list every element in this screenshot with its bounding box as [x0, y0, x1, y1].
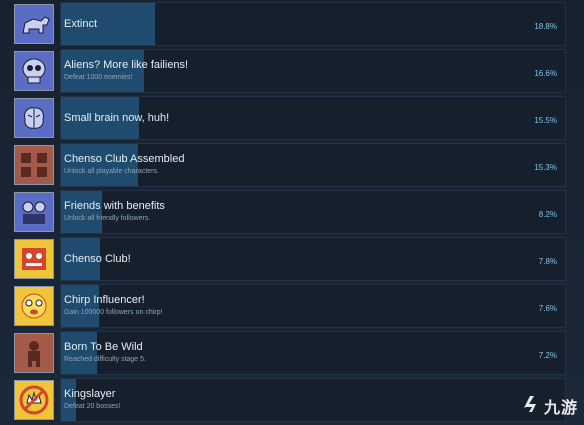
jiuyou-logo-icon — [520, 392, 542, 419]
achievement-title: Born To Be Wild — [64, 341, 143, 353]
achievement-percent: 15.5% — [534, 116, 557, 125]
achievement-description: Unlock all playable characters. — [64, 168, 159, 175]
achievement-row[interactable]: Chenso Club! 7.8% — [8, 237, 566, 281]
club-icon — [14, 239, 54, 279]
brain-icon — [14, 98, 54, 138]
achievement-row[interactable]: Extinct 18.8% — [8, 2, 566, 46]
progress-fill — [61, 285, 99, 327]
achievement-title: Extinct — [64, 18, 98, 30]
achievement-title: Chenso Club Assembled — [64, 153, 185, 165]
achievement-title: Chirp Influencer! — [64, 294, 145, 306]
achievement-description: Unlock all friendly followers. — [64, 215, 151, 222]
achievement-description: Defeat 1000 enemies! — [64, 74, 133, 81]
progress-fill — [61, 332, 97, 374]
achievement-progress-bar: Extinct 18.8% — [60, 2, 566, 46]
achievements-page: Extinct 18.8% Aliens? More like failiens! D… — [0, 0, 584, 425]
achievement-percent: 7.6% — [538, 304, 557, 313]
achievement-row[interactable]: Small brain now, huh! 15.5% — [8, 96, 566, 140]
achievement-progress-bar: Chirp Influencer! Gain 100000 followers o… — [60, 284, 566, 328]
achievement-title: Friends with benefits — [64, 200, 165, 212]
achievement-percent: 8.2% — [538, 210, 557, 219]
no-crown-icon — [14, 380, 54, 420]
wild-character-icon — [14, 333, 54, 373]
achievement-row[interactable]: Kingslayer Defeat 20 bosses! — [8, 378, 566, 422]
achievement-title: Kingslayer — [64, 388, 116, 400]
achievement-row[interactable]: Aliens? More like failiens! Defeat 1000 e… — [8, 49, 566, 93]
progress-fill — [61, 50, 144, 92]
watermark-text: 九游 — [543, 397, 578, 417]
dinosaur-icon — [14, 4, 54, 44]
chirp-face-icon — [14, 286, 54, 326]
achievement-progress-bar: Kingslayer Defeat 20 bosses! — [60, 378, 566, 422]
achievement-title: Chenso Club! — [64, 253, 131, 265]
achievement-row[interactable]: Friends with benefits Unlock all friendly… — [8, 190, 566, 234]
achievement-percent: 7.2% — [538, 351, 557, 360]
achievement-progress-bar: Born To Be Wild Reached difficulty stage … — [60, 331, 566, 375]
achievement-description: Gain 100000 followers on chirp! — [64, 309, 163, 316]
achievement-progress-bar: Chenso Club Assembled Unlock all playable… — [60, 143, 566, 187]
progress-fill — [61, 144, 138, 186]
followers-icon — [14, 192, 54, 232]
achievement-row[interactable]: Chenso Club Assembled Unlock all playable… — [8, 143, 566, 187]
achievement-percent: 16.6% — [534, 69, 557, 78]
achievement-percent: 18.8% — [534, 22, 557, 31]
achievement-title: Small brain now, huh! — [64, 112, 170, 124]
achievement-title: Aliens? More like failiens! — [64, 59, 189, 71]
achievement-progress-bar: Aliens? More like failiens! Defeat 1000 e… — [60, 49, 566, 93]
achievement-description: Reached difficulty stage 5. — [64, 356, 146, 363]
achievement-percent: 15.3% — [534, 163, 557, 172]
characters-icon — [14, 145, 54, 185]
alien-skull-icon — [14, 51, 54, 91]
achievement-progress-bar: Small brain now, huh! 15.5% — [60, 96, 566, 140]
achievement-row[interactable]: Chirp Influencer! Gain 100000 followers o… — [8, 284, 566, 328]
achievement-row[interactable]: Born To Be Wild Reached difficulty stage … — [8, 331, 566, 375]
achievement-progress-bar: Chenso Club! 7.8% — [60, 237, 566, 281]
achievement-description: Defeat 20 bosses! — [64, 403, 121, 410]
progress-fill — [61, 191, 102, 233]
achievement-progress-bar: Friends with benefits Unlock all friendly… — [60, 190, 566, 234]
achievement-percent: 7.8% — [538, 257, 557, 266]
watermark: 九游 — [520, 392, 578, 419]
progress-fill — [61, 379, 76, 421]
